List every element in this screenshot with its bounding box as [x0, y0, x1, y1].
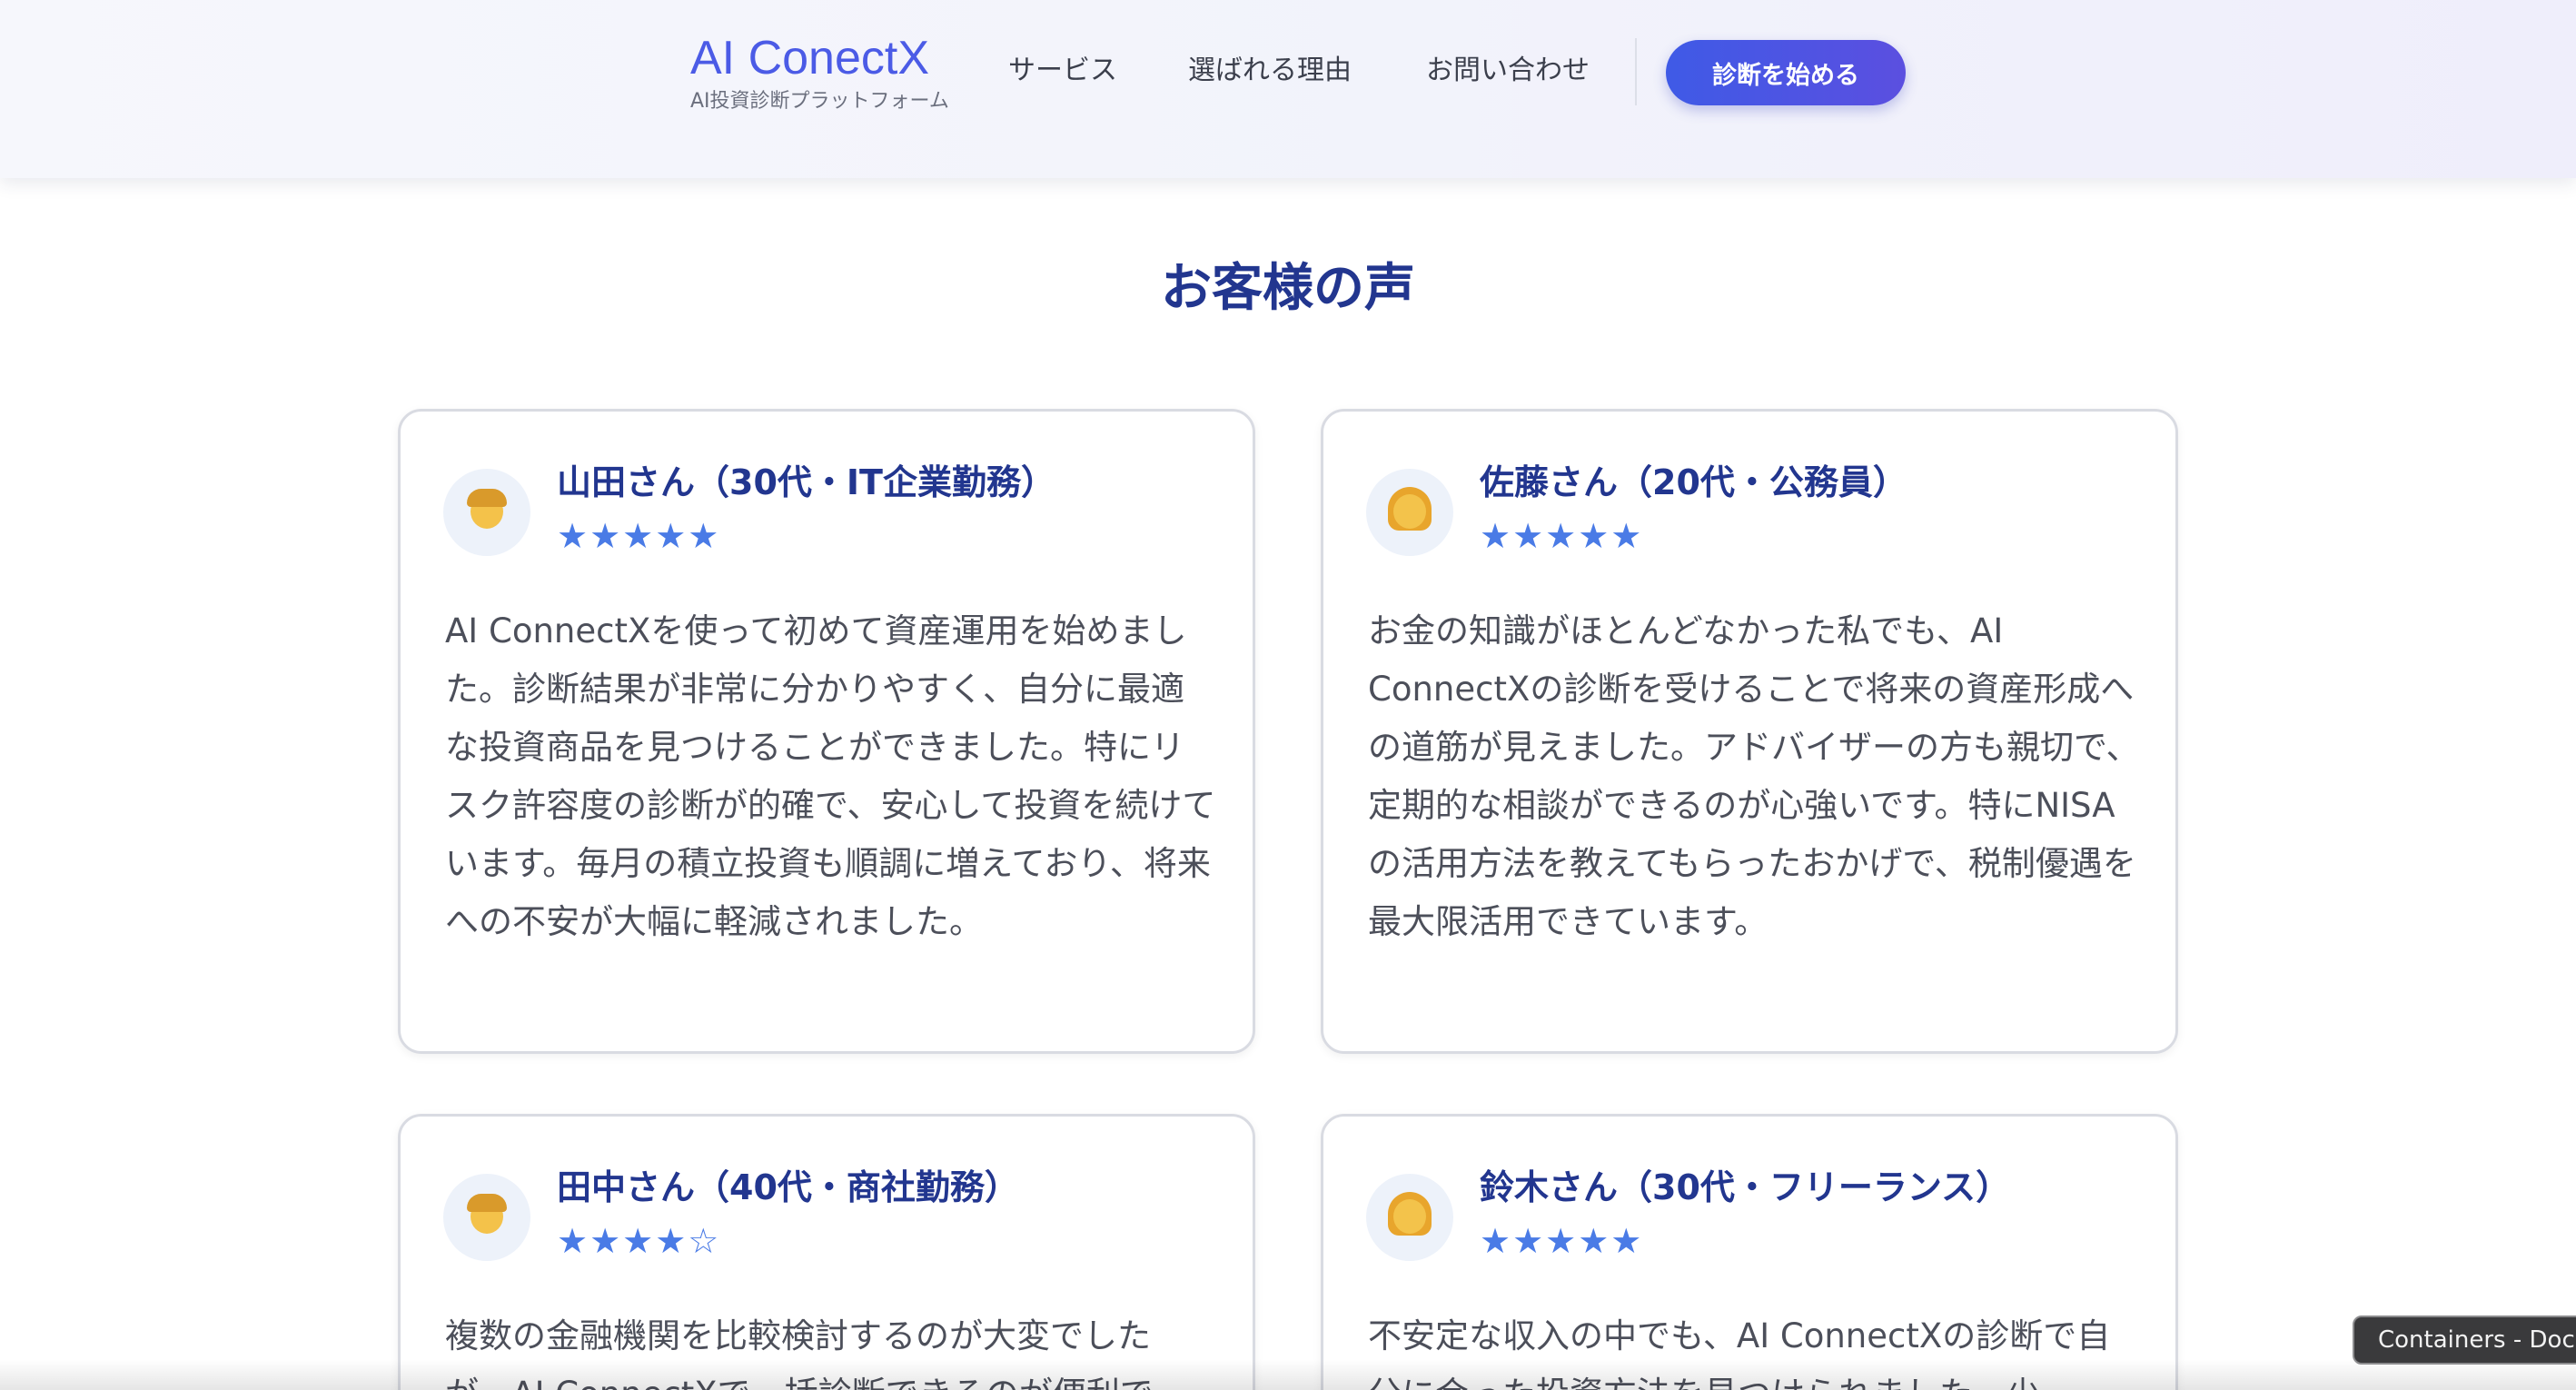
testimonial-card: 田中さん（40代・商社勤務） ★★★★☆ 複数の金融機関を比較検討するのが大変で…	[398, 1114, 1255, 1390]
avatar	[443, 1174, 530, 1261]
brand-tagline: AI投資診断プラットフォーム	[690, 90, 949, 113]
start-diagnosis-button[interactable]: 診断を始める	[1666, 40, 1906, 105]
woman-emoji-icon	[1393, 494, 1426, 529]
nav-link-contact[interactable]: お問い合わせ	[1426, 51, 1590, 91]
man-emoji-hair	[467, 489, 507, 507]
reviewer-name: 佐藤さん（20代・公務員）	[1480, 462, 1907, 502]
reviewer-name: 田中さん（40代・商社勤務）	[557, 1167, 1019, 1207]
star-rating: ★★★★★	[1480, 516, 1644, 556]
review-text: お金の知識がほとんどなかった私でも、AI ConnectXの診断を受けることで将…	[1368, 611, 2140, 941]
woman-emoji-icon	[1393, 1199, 1426, 1234]
review-text: AI ConnectXを使って初めて資産運用を始めました。診断結果が非常に分かり…	[445, 611, 1216, 941]
star-rating: ★★★★★	[557, 516, 721, 556]
nav-link-reasons[interactable]: 選ばれる理由	[1188, 51, 1352, 91]
star-rating: ★★★★☆	[557, 1221, 721, 1261]
brand-logo[interactable]: AI ConectX AI投資診断プラットフォーム	[690, 27, 949, 114]
taskbar-tooltip: Containers - Doc	[2353, 1316, 2576, 1365]
reviewer-name: 山田さん（30代・IT企業勤務）	[557, 462, 1055, 502]
star-rating: ★★★★★	[1480, 1221, 1644, 1261]
testimonial-card: 山田さん（30代・IT企業勤務） ★★★★★ AI ConnectXを使って初め…	[398, 409, 1255, 1054]
avatar	[1366, 469, 1453, 556]
testimonial-card: 鈴木さん（30代・フリーランス） ★★★★★ 不安定な収入の中でも、AI Con…	[1321, 1114, 2178, 1390]
site-header: AI ConectX AI投資診断プラットフォーム サービス 選ばれる理由 お問…	[0, 0, 2576, 178]
avatar	[1366, 1174, 1453, 1261]
reviewer-name: 鈴木さん（30代・フリーランス）	[1480, 1167, 2011, 1207]
nav-divider	[1635, 38, 1637, 105]
man-emoji-hair	[467, 1194, 507, 1212]
nav-link-services[interactable]: サービス	[1008, 51, 1117, 91]
testimonial-card: 佐藤さん（20代・公務員） ★★★★★ お金の知識がほとんどなかった私でも、AI…	[1321, 409, 2178, 1054]
brand-name[interactable]: AI ConectX	[690, 27, 949, 89]
window-bottom-shadow	[0, 1359, 2576, 1390]
section-title: お客様の声	[1161, 259, 1415, 318]
avatar	[443, 469, 530, 556]
